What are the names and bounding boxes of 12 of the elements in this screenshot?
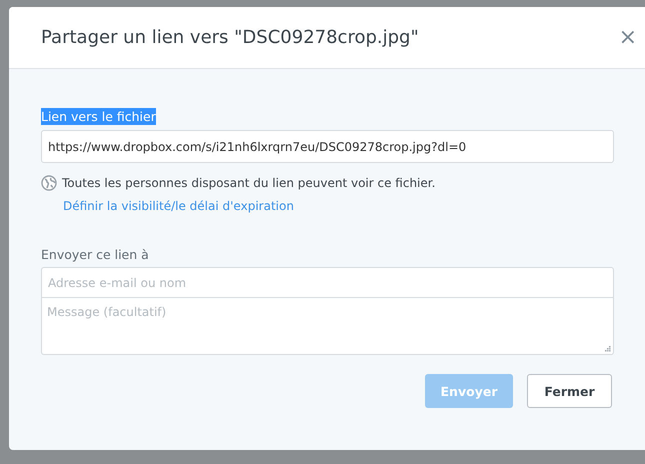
close-button[interactable]: × — [612, 25, 643, 50]
close-dialog-button[interactable]: Fermer — [527, 374, 612, 408]
dialog-title: Partager un lien vers "DSC09278crop.jpg" — [41, 27, 419, 48]
send-label: Envoyer ce lien à — [41, 247, 149, 262]
link-label: Lien vers le fichier — [41, 108, 156, 125]
message-field[interactable]: Message (facultatif) — [41, 298, 614, 355]
url-field[interactable]: https://www.dropbox.com/s/i21nh6lxrqrn7eu/DSC09278crop.jpg?dl=0 — [41, 130, 614, 163]
visibility-notice: Toutes les personnes disposant du lien peuvent voir ce fichier. — [62, 176, 436, 190]
recipient-field[interactable]: Adresse e-mail ou nom — [41, 267, 614, 298]
visibility-settings-link[interactable]: Définir la visibilité/le délai d'expiration — [63, 199, 294, 213]
globe-icon — [41, 175, 57, 191]
resize-grip-icon[interactable] — [604, 345, 611, 352]
